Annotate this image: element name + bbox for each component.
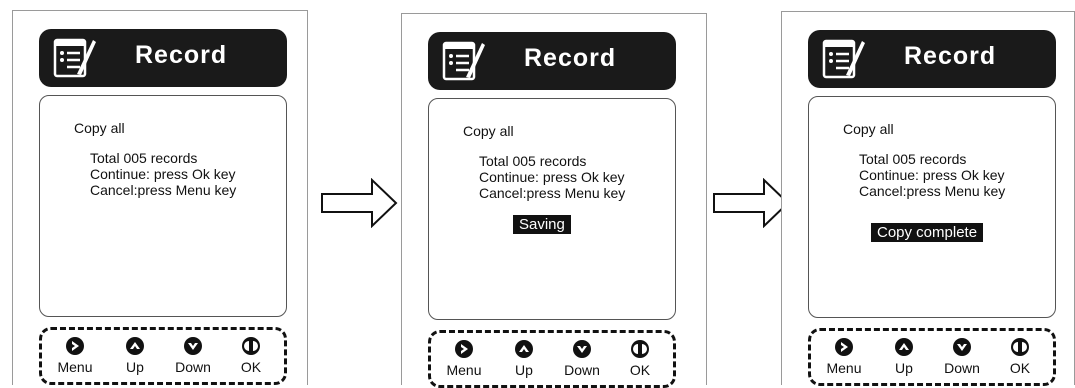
header-bar: Record: [808, 30, 1056, 88]
header-title: Record: [904, 42, 997, 70]
up-key[interactable]: Up: [881, 337, 927, 376]
cancel-hint-text: Cancel:press Menu key: [90, 182, 237, 198]
ok-circle-icon: [242, 337, 260, 355]
header-title: Record: [135, 41, 228, 69]
up-arrow-circle-icon: [515, 340, 533, 358]
up-key-label: Up: [895, 360, 913, 376]
header-bar: Record: [39, 29, 287, 87]
keypad: Menu Up Down OK: [428, 330, 676, 388]
down-key-label: Down: [564, 362, 600, 378]
ok-key[interactable]: OK: [617, 339, 663, 378]
up-key[interactable]: Up: [501, 339, 547, 378]
ok-circle-icon: [631, 340, 649, 358]
message-panel: Copy all Total 005 records Continue: pre…: [428, 98, 676, 320]
total-records-text: Total 005 records: [859, 151, 967, 167]
menu-key-label: Menu: [826, 360, 862, 376]
screen-saving: Record Copy all Total 005 records Contin…: [401, 13, 707, 388]
ok-circle-icon: [1011, 338, 1029, 356]
copy-all-text: Copy all: [843, 121, 894, 137]
message-panel: Copy all Total 005 records Continue: pre…: [808, 96, 1056, 318]
ok-key[interactable]: OK: [997, 337, 1043, 376]
cancel-hint-text: Cancel:press Menu key: [859, 183, 1006, 199]
record-notepad-icon: [442, 41, 485, 81]
down-arrow-circle-icon: [573, 340, 591, 358]
total-records-text: Total 005 records: [90, 150, 198, 166]
screen-copy-all-prompt: Record Copy all Total 005 records Contin…: [12, 10, 308, 385]
up-arrow-circle-icon: [126, 337, 144, 355]
continue-hint-text: Continue: press Ok key: [90, 166, 236, 182]
record-notepad-icon: [53, 38, 96, 78]
up-arrow-circle-icon: [895, 338, 913, 356]
down-key[interactable]: Down: [170, 336, 216, 375]
right-arrow-circle-icon: [835, 338, 853, 356]
copy-all-text: Copy all: [74, 120, 125, 136]
up-key[interactable]: Up: [112, 336, 158, 375]
copy-complete-status: Copy complete: [871, 223, 984, 242]
down-key-label: Down: [944, 360, 980, 376]
copy-all-text: Copy all: [463, 123, 514, 139]
ok-key-label: OK: [629, 362, 651, 378]
ok-key-label: OK: [1009, 360, 1031, 376]
down-key[interactable]: Down: [939, 337, 985, 376]
screen-copy-complete: Record Copy all Total 005 records Contin…: [781, 11, 1075, 386]
down-key-label: Down: [175, 359, 211, 375]
continue-hint-text: Continue: press Ok key: [859, 167, 1005, 183]
header-bar: Record: [428, 32, 676, 90]
ok-key-label: OK: [240, 359, 262, 375]
down-arrow-circle-icon: [953, 338, 971, 356]
saving-status: Saving: [513, 215, 571, 234]
menu-key-label: Menu: [57, 359, 93, 375]
hollow-right-arrow-icon: [713, 178, 790, 228]
up-key-label: Up: [515, 362, 533, 378]
down-arrow-circle-icon: [184, 337, 202, 355]
hollow-right-arrow-icon: [321, 178, 398, 228]
message-panel: Copy all Total 005 records Continue: pre…: [39, 95, 287, 317]
continue-hint-text: Continue: press Ok key: [479, 169, 625, 185]
cancel-hint-text: Cancel:press Menu key: [479, 185, 626, 201]
up-key-label: Up: [126, 359, 144, 375]
right-arrow-circle-icon: [66, 337, 84, 355]
ok-key[interactable]: OK: [228, 336, 274, 375]
keypad: Menu Up Down OK: [808, 328, 1056, 386]
keypad: Menu Up Down OK: [39, 327, 287, 385]
menu-key[interactable]: Menu: [441, 339, 487, 378]
down-key[interactable]: Down: [559, 339, 605, 378]
total-records-text: Total 005 records: [479, 153, 587, 169]
menu-key[interactable]: Menu: [52, 336, 98, 375]
header-title: Record: [524, 44, 617, 72]
menu-key-label: Menu: [446, 362, 482, 378]
record-notepad-icon: [822, 39, 865, 79]
menu-key[interactable]: Menu: [821, 337, 867, 376]
right-arrow-circle-icon: [455, 340, 473, 358]
